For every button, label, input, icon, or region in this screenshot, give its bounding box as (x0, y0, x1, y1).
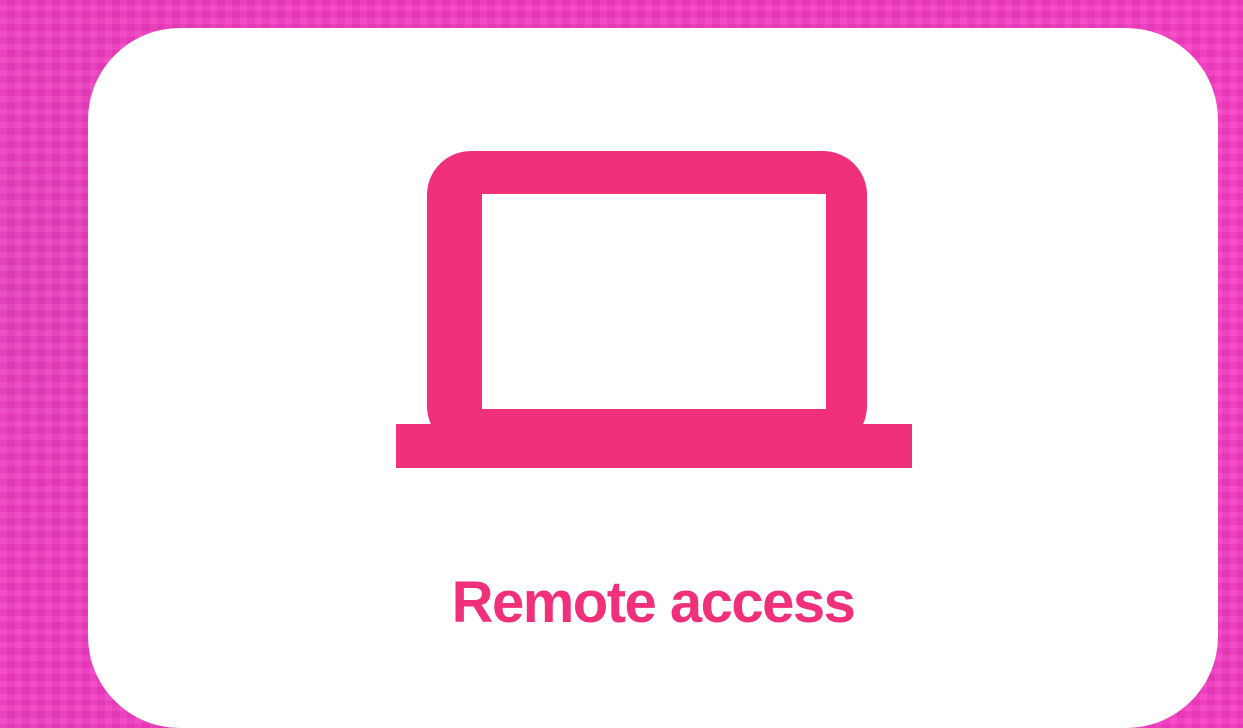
tile-label: Remote access (451, 570, 856, 635)
laptop-icon (396, 124, 912, 468)
remote-access-tile[interactable]: Remote access (88, 28, 1218, 728)
